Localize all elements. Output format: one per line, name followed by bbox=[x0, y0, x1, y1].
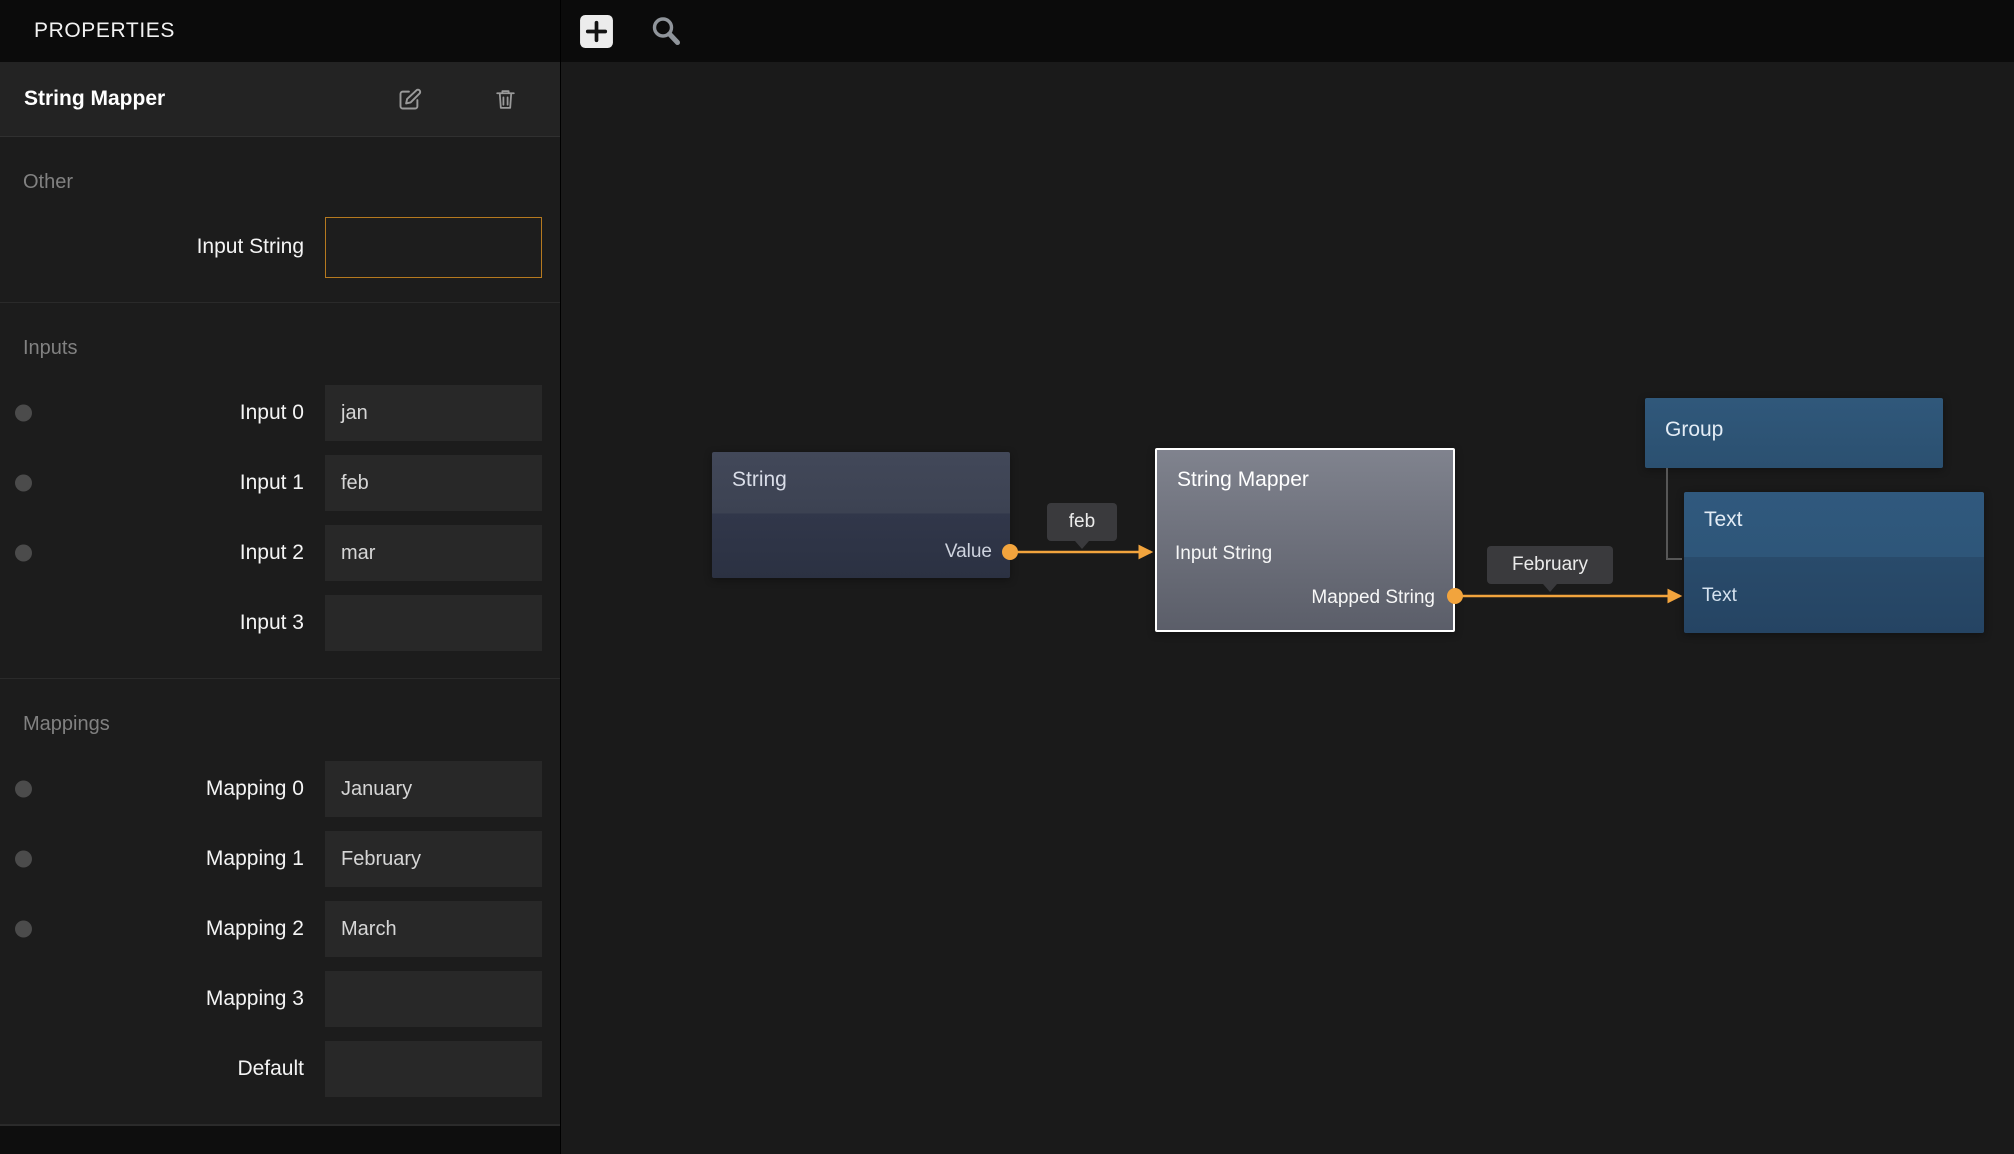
edit-icon[interactable] bbox=[392, 82, 427, 117]
port-dot[interactable] bbox=[15, 545, 32, 562]
property-value-input[interactable]: feb bbox=[325, 455, 542, 511]
property-value-input[interactable] bbox=[325, 595, 542, 651]
property-label: Input 3 bbox=[0, 611, 304, 635]
input-port-label[interactable]: Text bbox=[1702, 583, 1737, 609]
property-row: Input 0 jan bbox=[0, 378, 560, 448]
canvas-toolbar bbox=[561, 0, 2014, 62]
node-canvas[interactable]: String Value String Mapper Input String Mapp… bbox=[561, 0, 2014, 1154]
sidebar-footer bbox=[0, 1125, 560, 1154]
property-row: Input 2 mar bbox=[0, 518, 560, 588]
node-title: String bbox=[732, 468, 787, 492]
node-layer: String Value String Mapper Input String Mapp… bbox=[561, 0, 2014, 1154]
port-dot[interactable] bbox=[15, 475, 32, 492]
input-port-label[interactable]: Input String bbox=[1175, 541, 1272, 567]
property-row: Mapping 1 February bbox=[0, 824, 560, 894]
property-value-input[interactable] bbox=[325, 971, 542, 1027]
add-icon[interactable] bbox=[578, 13, 615, 50]
property-row: Mapping 2 March bbox=[0, 894, 560, 964]
section-label: Mappings bbox=[23, 713, 560, 736]
property-label: Mapping 0 bbox=[0, 777, 304, 801]
property-value-input[interactable]: February bbox=[325, 831, 542, 887]
port-dot[interactable] bbox=[15, 921, 32, 938]
panel-title: PROPERTIES bbox=[0, 0, 560, 62]
section-mappings: Mappings Mapping 0 January Mapping 1 Februar… bbox=[0, 679, 560, 1125]
property-label: Input 1 bbox=[0, 471, 304, 495]
section-inputs: InputsInput 0janInput 1febInput 2marInpu… bbox=[0, 303, 560, 679]
output-port-label[interactable]: Value bbox=[945, 539, 992, 565]
property-row: Input 3 bbox=[0, 588, 560, 658]
node-title: String Mapper bbox=[1177, 468, 1309, 492]
node-string-mapper[interactable]: String Mapper Input String Mapped String bbox=[1155, 448, 1455, 632]
app-root: PROPERTIES String Mapper Other Input Stri… bbox=[0, 0, 2014, 1154]
node-title: Group bbox=[1665, 418, 1723, 442]
section-label: Other bbox=[23, 171, 560, 194]
property-value-input[interactable]: January bbox=[325, 761, 542, 817]
property-label: Mapping 1 bbox=[0, 847, 304, 871]
property-row: Input String bbox=[0, 212, 560, 282]
component-name: String Mapper bbox=[24, 87, 392, 111]
property-value-input[interactable] bbox=[325, 1041, 542, 1097]
search-icon[interactable] bbox=[649, 14, 683, 48]
port-dot[interactable] bbox=[15, 851, 32, 868]
property-value-input[interactable]: mar bbox=[325, 525, 542, 581]
node-title: Text bbox=[1704, 508, 1743, 532]
node-group[interactable]: Group bbox=[1645, 398, 1943, 468]
section-label: Inputs bbox=[23, 337, 560, 360]
property-label: Mapping 3 bbox=[0, 987, 304, 1011]
property-value-input[interactable]: jan bbox=[325, 385, 542, 441]
property-label: Mapping 2 bbox=[0, 917, 304, 941]
port-dot[interactable] bbox=[15, 781, 32, 798]
property-value-input[interactable]: March bbox=[325, 901, 542, 957]
property-label: Input 2 bbox=[0, 541, 304, 565]
property-row: Mapping 0 January bbox=[0, 754, 560, 824]
property-label: Default bbox=[0, 1057, 304, 1081]
edge-value-label: February bbox=[1487, 546, 1613, 584]
properties-panel: PROPERTIES String Mapper Other Input Stri… bbox=[0, 0, 561, 1154]
section-other: Other Input String bbox=[0, 137, 560, 303]
node-string[interactable]: String Value bbox=[712, 452, 1010, 578]
property-sections: Other Input String Inputs Input 0 jan Input 1… bbox=[0, 137, 560, 1125]
property-row: Mapping 3 bbox=[0, 964, 560, 1034]
component-header: String Mapper bbox=[0, 62, 560, 137]
property-row: Default bbox=[0, 1034, 560, 1104]
property-label: Input String bbox=[0, 235, 304, 259]
property-label: Input 0 bbox=[0, 401, 304, 425]
trash-icon[interactable] bbox=[489, 83, 522, 116]
property-value-input[interactable] bbox=[325, 217, 542, 278]
output-port-label[interactable]: Mapped String bbox=[1311, 585, 1435, 611]
node-text[interactable]: Text Text bbox=[1684, 492, 1984, 633]
port-dot[interactable] bbox=[15, 405, 32, 422]
property-row: Input 1 feb bbox=[0, 448, 560, 518]
edge-value-label: feb bbox=[1047, 503, 1117, 541]
